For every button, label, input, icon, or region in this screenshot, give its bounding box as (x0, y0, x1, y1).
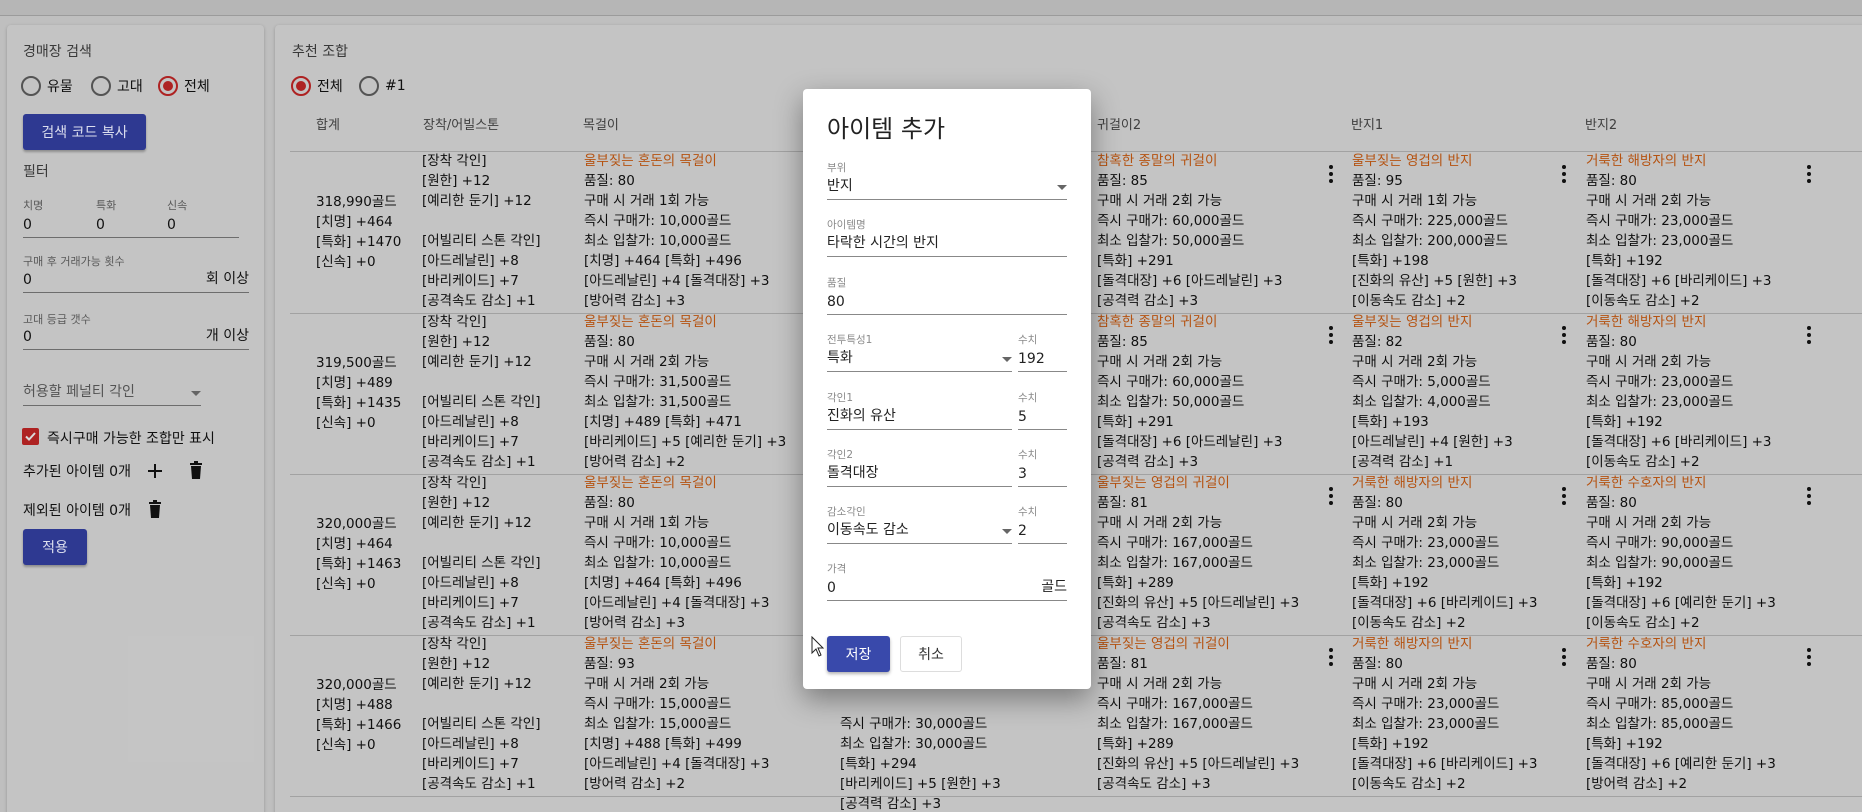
engraving2-num-field[interactable]: 3 (1018, 460, 1067, 487)
engraving1-num-input[interactable]: 5 (1018, 409, 1027, 425)
item-name-input[interactable]: 타락한 시간의 반지 (827, 232, 939, 252)
dropdown-arrow-icon (1057, 185, 1067, 190)
stat-value: 특화 (827, 350, 853, 366)
save-button[interactable]: 저장 (827, 636, 890, 672)
mouse-cursor-icon (811, 636, 825, 657)
quality-field[interactable]: 80 (827, 288, 1067, 315)
dialog-title: 아이템 추가 (827, 115, 946, 143)
add-item-dialog: 아이템 추가 부위 반지 아이템명 타락한 시간의 반지 품질 80 전투특성1… (803, 89, 1091, 689)
price-suffix: 골드 (1041, 579, 1067, 595)
dropdown-arrow-icon (1002, 357, 1012, 362)
negative-num-field[interactable]: 2 (1018, 517, 1067, 544)
part-select[interactable]: 반지 (827, 173, 1067, 200)
price-input[interactable]: 0 (827, 580, 836, 596)
negative-engraving-value: 이동속도 감소 (827, 522, 909, 538)
stat-num-field[interactable]: 192 (1018, 345, 1067, 372)
engraving1-num-field[interactable]: 5 (1018, 403, 1067, 430)
cancel-button[interactable]: 취소 (900, 636, 962, 672)
engraving2-input[interactable]: 돌격대장 (827, 462, 879, 482)
price-field[interactable]: 0 골드 (827, 574, 1067, 601)
stat-select[interactable]: 특화 (827, 345, 1012, 372)
engraving2-num-input[interactable]: 3 (1018, 466, 1027, 482)
part-value: 반지 (827, 178, 853, 194)
stat-num-input[interactable]: 192 (1018, 351, 1045, 367)
engraving1-field[interactable]: 진화의 유산 (827, 403, 1012, 430)
engraving2-field[interactable]: 돌격대장 (827, 460, 1012, 487)
quality-input[interactable]: 80 (827, 294, 845, 310)
item-name-field[interactable]: 타락한 시간의 반지 (827, 230, 1067, 257)
negative-num-input[interactable]: 2 (1018, 523, 1027, 539)
dropdown-arrow-icon (1002, 529, 1012, 534)
negative-engraving-select[interactable]: 이동속도 감소 (827, 517, 1012, 544)
engraving1-input[interactable]: 진화의 유산 (827, 405, 896, 425)
